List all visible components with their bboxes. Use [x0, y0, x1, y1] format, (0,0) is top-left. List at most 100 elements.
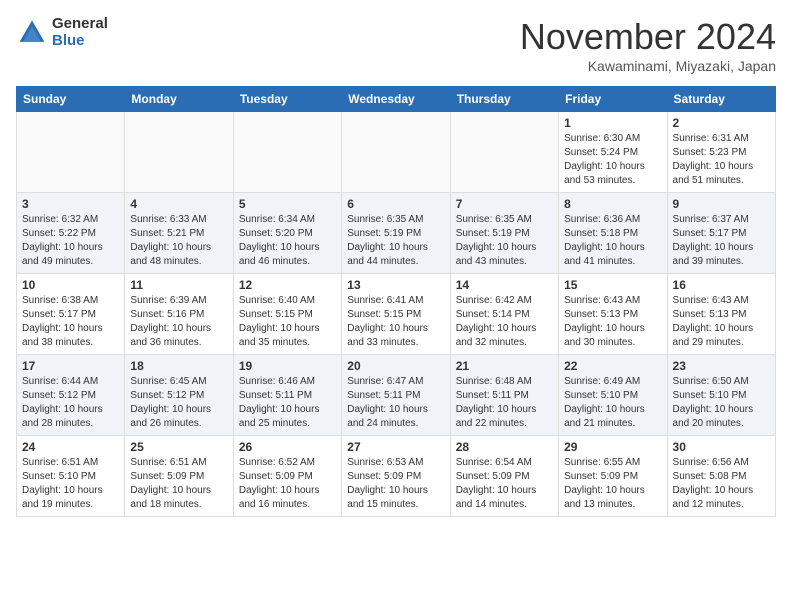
calendar-cell: 13Sunrise: 6:41 AM Sunset: 5:15 PM Dayli…: [342, 274, 450, 355]
cell-info: Sunrise: 6:31 AM Sunset: 5:23 PM Dayligh…: [673, 132, 770, 188]
cell-info: Sunrise: 6:56 AM Sunset: 5:08 PM Dayligh…: [673, 456, 770, 512]
calendar-table: SundayMondayTuesdayWednesdayThursdayFrid…: [16, 86, 776, 517]
calendar-cell: 23 Sunrise: 6:50 AM Sunset: 5:10 PM Dayli…: [667, 355, 775, 436]
cell-info: Sunrise: 6:52 AM Sunset: 5:09 PM Dayligh…: [239, 456, 336, 512]
day-number: 14: [456, 278, 553, 292]
cell-info: Sunrise: 6:54 AM Sunset: 5:09 PM Dayligh…: [456, 456, 553, 512]
day-number: 17: [22, 359, 119, 373]
day-number: 22: [564, 359, 661, 373]
calendar-cell: 6 Sunrise: 6:35 AM Sunset: 5:19 PM Daylig…: [342, 193, 450, 274]
day-number: 15: [564, 278, 661, 292]
day-number: 10: [22, 278, 119, 292]
day-number: 12: [239, 278, 336, 292]
calendar-cell: [342, 112, 450, 193]
calendar-cell: 30 Sunrise: 6:56 AM Sunset: 5:08 PM Dayli…: [667, 436, 775, 517]
day-number: 2: [673, 116, 770, 130]
day-number: 16: [673, 278, 770, 292]
day-number: 21: [456, 359, 553, 373]
cell-info: Sunrise: 6:50 AM Sunset: 5:10 PM Dayligh…: [673, 375, 770, 431]
day-number: 19: [239, 359, 336, 373]
cell-info: Sunrise: 6:48 AM Sunset: 5:11 PM Dayligh…: [456, 375, 553, 431]
cell-info: Sunrise: 6:40 AM Sunset: 5:15 PM Dayligh…: [239, 294, 336, 350]
calendar-cell: 29 Sunrise: 6:55 AM Sunset: 5:09 PM Dayli…: [559, 436, 667, 517]
calendar-cell: 15 Sunrise: 6:43 AM Sunset: 5:13 PM Dayli…: [559, 274, 667, 355]
logo: General Blue: [16, 16, 108, 49]
location: Kawaminami, Miyazaki, Japan: [520, 58, 776, 74]
calendar-week-row: 3 Sunrise: 6:32 AM Sunset: 5:22 PM Daylig…: [17, 193, 776, 274]
cell-info: Sunrise: 6:42 AM Sunset: 5:14 PM Dayligh…: [456, 294, 553, 350]
day-number: 25: [130, 440, 227, 454]
cell-info: Sunrise: 6:49 AM Sunset: 5:10 PM Dayligh…: [564, 375, 661, 431]
logo-blue-text: Blue: [52, 33, 108, 50]
calendar-cell: 11 Sunrise: 6:39 AM Sunset: 5:16 PM Dayli…: [125, 274, 233, 355]
weekday-header-sunday: Sunday: [17, 87, 125, 112]
day-number: 6: [347, 197, 444, 211]
day-number: 11: [130, 278, 227, 292]
calendar-cell: 28 Sunrise: 6:54 AM Sunset: 5:09 PM Dayli…: [450, 436, 558, 517]
weekday-header-thursday: Thursday: [450, 87, 558, 112]
calendar-cell: 12 Sunrise: 6:40 AM Sunset: 5:15 PM Dayli…: [233, 274, 341, 355]
day-number: 4: [130, 197, 227, 211]
cell-info: Sunrise: 6:53 AM Sunset: 5:09 PM Dayligh…: [347, 456, 444, 512]
cell-info: Sunrise: 6:45 AM Sunset: 5:12 PM Dayligh…: [130, 375, 227, 431]
day-number: 27: [347, 440, 444, 454]
calendar-cell: 10 Sunrise: 6:38 AM Sunset: 5:17 PM Dayli…: [17, 274, 125, 355]
day-number: 23: [673, 359, 770, 373]
calendar-cell: [125, 112, 233, 193]
cell-info: Sunrise: 6:37 AM Sunset: 5:17 PM Dayligh…: [673, 213, 770, 269]
calendar-cell: 8Sunrise: 6:36 AM Sunset: 5:18 PM Daylig…: [559, 193, 667, 274]
cell-info: Sunrise: 6:55 AM Sunset: 5:09 PM Dayligh…: [564, 456, 661, 512]
cell-info: Sunrise: 6:41 AM Sunset: 5:15 PM Dayligh…: [347, 294, 444, 350]
weekday-header-monday: Monday: [125, 87, 233, 112]
logo-text: General Blue: [52, 16, 108, 49]
day-number: 7: [456, 197, 553, 211]
day-number: 5: [239, 197, 336, 211]
cell-info: Sunrise: 6:47 AM Sunset: 5:11 PM Dayligh…: [347, 375, 444, 431]
weekday-header-row: SundayMondayTuesdayWednesdayThursdayFrid…: [17, 87, 776, 112]
day-number: 28: [456, 440, 553, 454]
calendar-cell: 7Sunrise: 6:35 AM Sunset: 5:19 PM Daylig…: [450, 193, 558, 274]
day-number: 26: [239, 440, 336, 454]
calendar-cell: 21 Sunrise: 6:48 AM Sunset: 5:11 PM Dayli…: [450, 355, 558, 436]
calendar-cell: 1Sunrise: 6:30 AM Sunset: 5:24 PM Daylig…: [559, 112, 667, 193]
page-header: General Blue November 2024 Kawaminami, M…: [16, 16, 776, 74]
cell-info: Sunrise: 6:32 AM Sunset: 5:22 PM Dayligh…: [22, 213, 119, 269]
day-number: 20: [347, 359, 444, 373]
calendar-cell: 24 Sunrise: 6:51 AM Sunset: 5:10 PM Dayli…: [17, 436, 125, 517]
day-number: 30: [673, 440, 770, 454]
cell-info: Sunrise: 6:43 AM Sunset: 5:13 PM Dayligh…: [673, 294, 770, 350]
weekday-header-wednesday: Wednesday: [342, 87, 450, 112]
cell-info: Sunrise: 6:43 AM Sunset: 5:13 PM Dayligh…: [564, 294, 661, 350]
calendar-cell: 26 Sunrise: 6:52 AM Sunset: 5:09 PM Dayli…: [233, 436, 341, 517]
calendar-cell: 3 Sunrise: 6:32 AM Sunset: 5:22 PM Daylig…: [17, 193, 125, 274]
day-number: 9: [673, 197, 770, 211]
cell-info: Sunrise: 6:44 AM Sunset: 5:12 PM Dayligh…: [22, 375, 119, 431]
day-number: 24: [22, 440, 119, 454]
day-number: 1: [564, 116, 661, 130]
day-number: 3: [22, 197, 119, 211]
weekday-header-saturday: Saturday: [667, 87, 775, 112]
calendar-cell: 2 Sunrise: 6:31 AM Sunset: 5:23 PM Daylig…: [667, 112, 775, 193]
calendar-cell: 9 Sunrise: 6:37 AM Sunset: 5:17 PM Daylig…: [667, 193, 775, 274]
calendar-cell: [233, 112, 341, 193]
calendar-cell: 16 Sunrise: 6:43 AM Sunset: 5:13 PM Dayli…: [667, 274, 775, 355]
day-number: 18: [130, 359, 227, 373]
calendar-cell: 20 Sunrise: 6:47 AM Sunset: 5:11 PM Dayli…: [342, 355, 450, 436]
cell-info: Sunrise: 6:51 AM Sunset: 5:09 PM Dayligh…: [130, 456, 227, 512]
calendar-cell: 14 Sunrise: 6:42 AM Sunset: 5:14 PM Dayli…: [450, 274, 558, 355]
calendar-cell: 18 Sunrise: 6:45 AM Sunset: 5:12 PM Dayli…: [125, 355, 233, 436]
cell-info: Sunrise: 6:38 AM Sunset: 5:17 PM Dayligh…: [22, 294, 119, 350]
calendar-week-row: 24 Sunrise: 6:51 AM Sunset: 5:10 PM Dayli…: [17, 436, 776, 517]
logo-icon: [16, 17, 48, 49]
calendar-cell: 5 Sunrise: 6:34 AM Sunset: 5:20 PM Daylig…: [233, 193, 341, 274]
weekday-header-tuesday: Tuesday: [233, 87, 341, 112]
cell-info: Sunrise: 6:51 AM Sunset: 5:10 PM Dayligh…: [22, 456, 119, 512]
calendar-cell: 4 Sunrise: 6:33 AM Sunset: 5:21 PM Daylig…: [125, 193, 233, 274]
calendar-cell: 19Sunrise: 6:46 AM Sunset: 5:11 PM Dayli…: [233, 355, 341, 436]
cell-info: Sunrise: 6:39 AM Sunset: 5:16 PM Dayligh…: [130, 294, 227, 350]
calendar-cell: [17, 112, 125, 193]
cell-info: Sunrise: 6:34 AM Sunset: 5:20 PM Dayligh…: [239, 213, 336, 269]
cell-info: Sunrise: 6:35 AM Sunset: 5:19 PM Dayligh…: [347, 213, 444, 269]
day-number: 29: [564, 440, 661, 454]
cell-info: Sunrise: 6:33 AM Sunset: 5:21 PM Dayligh…: [130, 213, 227, 269]
